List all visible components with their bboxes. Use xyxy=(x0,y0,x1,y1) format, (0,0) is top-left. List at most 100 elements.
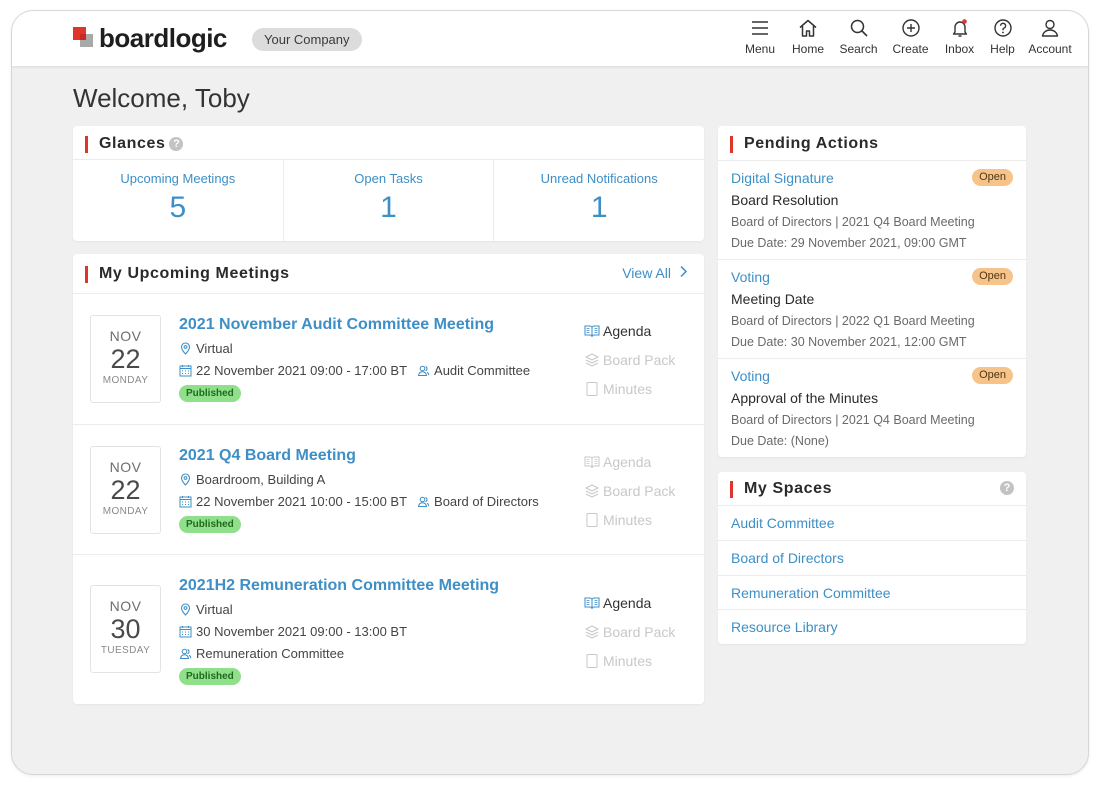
minutes-link: Minutes xyxy=(584,374,675,403)
my-spaces-card: My Spaces ? Audit Committee Board of Dir… xyxy=(718,472,1026,644)
nav-menu[interactable]: Menu xyxy=(736,11,784,67)
nav-inbox[interactable]: Inbox xyxy=(936,11,983,67)
search-icon xyxy=(850,19,868,37)
book-icon xyxy=(584,597,600,609)
agenda-link[interactable]: Agenda xyxy=(584,588,675,617)
status-badge: Open xyxy=(972,367,1013,384)
meeting-title-link[interactable]: 2021 Q4 Board Meeting xyxy=(179,447,356,465)
nav-account[interactable]: Account xyxy=(1022,11,1088,67)
calendar-icon xyxy=(179,365,192,377)
upcoming-meetings-card: My Upcoming Meetings View All NOV 22 MON… xyxy=(73,254,704,704)
glance-value: 1 xyxy=(590,191,608,224)
minutes-label: Minutes xyxy=(603,380,653,397)
space-link-resource-library[interactable]: Resource Library xyxy=(718,609,1026,644)
spaces-title: My Spaces xyxy=(730,480,832,498)
meeting-item: NOV 30 TUESDAY 2021H2 Remuneration Commi… xyxy=(73,554,704,704)
view-all-label: View All xyxy=(622,265,671,281)
action-type-link[interactable]: Digital Signature xyxy=(731,170,834,186)
meeting-title-link[interactable]: 2021H2 Remuneration Committee Meeting xyxy=(179,577,499,595)
help-icon[interactable]: ? xyxy=(169,137,184,151)
meeting-actions: Agenda Board Pack Minutes xyxy=(584,316,675,403)
brand-logo[interactable]: boardlogic xyxy=(73,23,227,53)
nav-help[interactable]: Help xyxy=(983,11,1022,67)
datetime-text: 22 November 2021 10:00 - 15:00 BT xyxy=(196,494,408,509)
action-type-link[interactable]: Voting xyxy=(731,368,770,384)
plus-circle-icon xyxy=(901,19,920,37)
main-nav: Menu Home Search Create Inbox Help Accou… xyxy=(736,11,1088,67)
chevron-right-icon xyxy=(679,265,688,281)
board-pack-label: Board Pack xyxy=(603,623,676,640)
date-day: 22 xyxy=(110,344,141,374)
board-pack-link: Board Pack xyxy=(584,476,675,505)
date-day: 22 xyxy=(110,475,141,505)
meeting-item: NOV 22 MONDAY 2021 Q4 Board Meeting Boar… xyxy=(73,424,704,554)
status-badge: Open xyxy=(972,268,1013,285)
minutes-link: Minutes xyxy=(584,505,675,534)
action-due-date: Due Date: 29 November 2021, 09:00 GMT xyxy=(731,236,967,250)
meeting-actions: Agenda Board Pack Minutes xyxy=(584,447,675,534)
date-badge: NOV 30 TUESDAY xyxy=(90,585,161,673)
group-icon xyxy=(417,365,430,376)
nav-label: Create xyxy=(892,42,929,56)
agenda-label: Agenda xyxy=(603,322,652,339)
action-type-link[interactable]: Voting xyxy=(731,269,770,285)
glance-unread-notifications[interactable]: Unread Notifications 1 xyxy=(494,160,704,241)
space-link-board-of-directors[interactable]: Board of Directors xyxy=(718,540,1026,575)
action-name: Approval of the Minutes xyxy=(731,390,879,406)
minutes-label: Minutes xyxy=(603,511,653,528)
meeting-datetime: 30 November 2021 09:00 - 13:00 BT xyxy=(179,624,407,639)
board-pack-link: Board Pack xyxy=(584,345,675,374)
logo-mark-icon xyxy=(73,27,95,49)
nav-label: Help xyxy=(990,42,1015,56)
glance-open-tasks[interactable]: Open Tasks 1 xyxy=(284,160,495,241)
date-month: NOV xyxy=(109,459,142,475)
nav-create[interactable]: Create xyxy=(885,11,936,67)
meeting-location: Virtual xyxy=(179,602,233,617)
glances-title: Glances? xyxy=(85,135,184,153)
date-badge: NOV 22 MONDAY xyxy=(90,315,161,403)
top-bar: boardlogic Your Company Menu Home Search… xyxy=(12,11,1088,67)
location-text: Virtual xyxy=(196,341,233,356)
action-due-date: Due Date: (None) xyxy=(731,434,829,448)
board-pack-link: Board Pack xyxy=(584,617,675,646)
meeting-item: NOV 22 MONDAY 2021 November Audit Commit… xyxy=(73,293,704,424)
date-month: NOV xyxy=(109,328,142,344)
nav-label: Home xyxy=(791,42,824,56)
nav-search[interactable]: Search xyxy=(832,11,885,67)
layers-icon xyxy=(585,353,599,366)
help-icon[interactable]: ? xyxy=(1000,481,1014,495)
minutes-link: Minutes xyxy=(584,646,675,675)
nav-label: Menu xyxy=(744,42,776,56)
status-badge: Published xyxy=(179,385,241,402)
glance-value: 1 xyxy=(380,191,397,224)
board-pack-label: Board Pack xyxy=(603,482,676,499)
status-badge: Published xyxy=(179,668,241,685)
meeting-title-link[interactable]: 2021 November Audit Committee Meeting xyxy=(179,316,494,334)
committee-text: Audit Committee xyxy=(434,363,531,378)
space-link-audit-committee[interactable]: Audit Committee xyxy=(718,505,1026,540)
nav-home[interactable]: Home xyxy=(784,11,832,67)
pending-actions-card: Pending Actions Digital Signature Open B… xyxy=(718,126,1026,457)
location-pin-icon xyxy=(180,603,191,616)
date-day: 30 xyxy=(110,614,141,644)
glance-upcoming-meetings[interactable]: Upcoming Meetings 5 xyxy=(73,160,284,241)
date-weekday: MONDAY xyxy=(102,375,149,386)
menu-icon xyxy=(752,21,768,35)
meeting-datetime: 22 November 2021 10:00 - 15:00 BT Board … xyxy=(179,494,539,509)
page-title: Welcome, Toby xyxy=(73,83,250,113)
home-icon xyxy=(799,19,817,37)
view-all-link[interactable]: View All xyxy=(622,265,688,281)
glance-label: Upcoming Meetings xyxy=(120,171,236,186)
meeting-datetime: 22 November 2021 09:00 - 17:00 BT Audit … xyxy=(179,363,530,378)
calendar-icon xyxy=(179,496,192,508)
group-icon xyxy=(179,648,192,659)
agenda-link[interactable]: Agenda xyxy=(584,316,675,345)
minutes-label: Minutes xyxy=(603,652,653,669)
document-icon xyxy=(586,512,598,527)
question-icon xyxy=(993,19,1012,37)
company-selector[interactable]: Your Company xyxy=(252,28,362,51)
glance-value: 5 xyxy=(169,191,187,224)
space-link-remuneration-committee[interactable]: Remuneration Committee xyxy=(718,575,1026,610)
status-badge: Published xyxy=(179,516,241,533)
pending-action-item: Digital Signature Open Board Resolution … xyxy=(718,160,1026,259)
